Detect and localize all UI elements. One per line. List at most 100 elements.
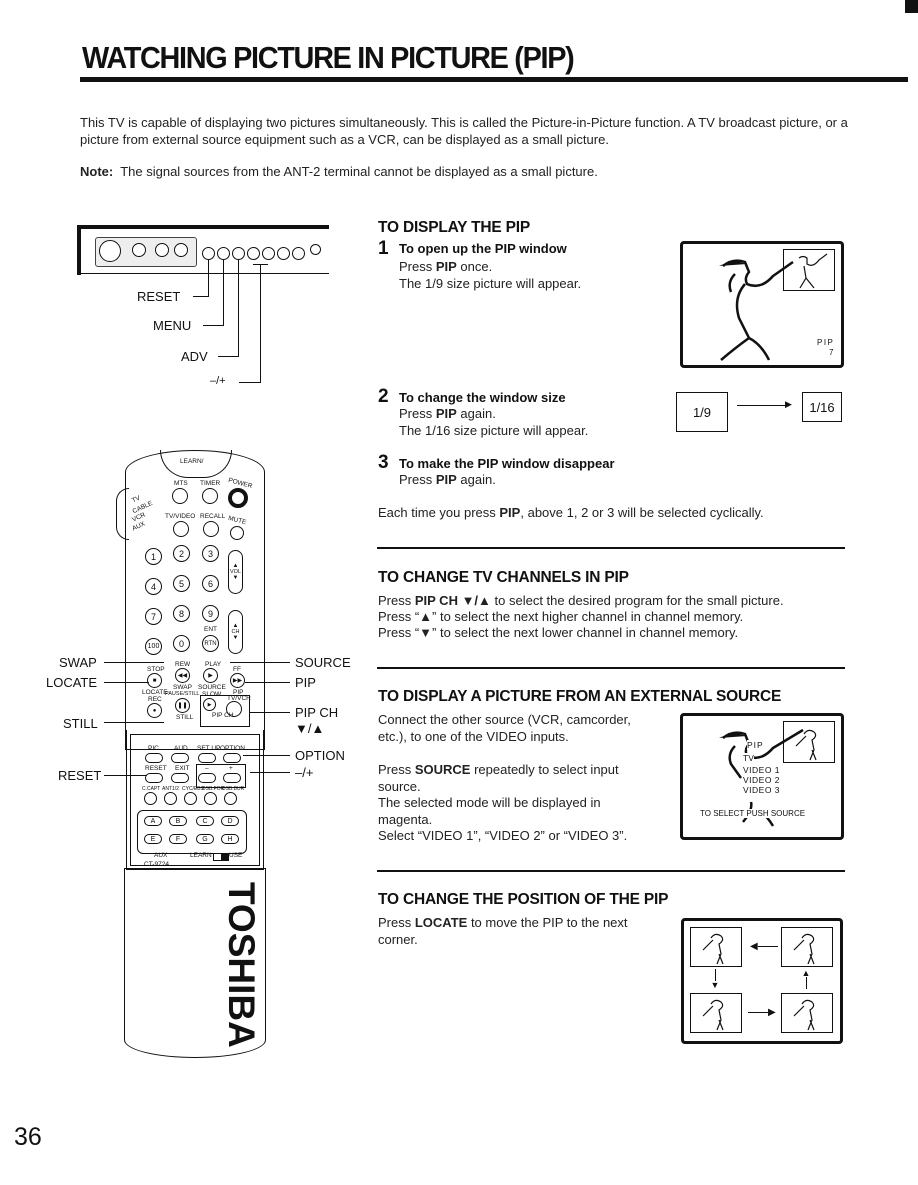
external-p1: Connect the other source (VCR, camcorder… <box>378 712 631 744</box>
rec-button[interactable]: ● <box>147 703 162 718</box>
panel-button-menu[interactable] <box>217 247 230 260</box>
ff-pip-button[interactable]: ▶▶ <box>230 673 245 688</box>
aux-e-button[interactable]: E <box>144 834 162 844</box>
swap-sub-label: SWAP <box>173 684 192 691</box>
c-capt-button[interactable] <box>144 792 157 805</box>
rew-label: REW <box>175 661 191 668</box>
exit-label: EXIT <box>175 765 190 772</box>
mute-button[interactable] <box>230 526 244 540</box>
aud-label: AUD <box>174 745 188 752</box>
callout-source: SOURCE <box>295 655 351 670</box>
dsb-for-button[interactable] <box>204 792 217 805</box>
pip-osd-channel: 7 <box>829 348 834 357</box>
aux-c-button[interactable]: C <box>196 816 214 826</box>
external-p4: Select “VIDEO 1”, “VIDEO 2” or “VIDEO 3”… <box>378 828 628 843</box>
plus-label: + <box>229 765 233 772</box>
arrow-left-icon: ◀ <box>750 941 778 952</box>
power-button[interactable] <box>228 488 248 508</box>
digit-5-button[interactable]: 5 <box>173 575 190 592</box>
aux-f-button[interactable]: F <box>169 834 187 844</box>
pic-button[interactable] <box>145 753 163 763</box>
learn-use-switch[interactable] <box>213 853 229 861</box>
section-divider <box>377 667 845 669</box>
digit-2-button[interactable]: 2 <box>173 545 190 562</box>
tv-video-button[interactable] <box>173 521 189 537</box>
panel-label-adv: ADV <box>181 349 208 364</box>
digit-9-button[interactable]: 9 <box>202 605 219 622</box>
minus-label: – <box>205 765 209 772</box>
digit-7-button[interactable]: 7 <box>145 608 162 625</box>
play-source-button[interactable]: ▶ <box>203 668 218 683</box>
aux-h-button[interactable]: H <box>221 834 239 844</box>
digit-3-button[interactable]: 3 <box>202 545 219 562</box>
rew-swap-button[interactable]: ◀◀ <box>175 668 190 683</box>
panel-button-ch-down[interactable] <box>277 247 290 260</box>
plus-button[interactable] <box>223 773 241 783</box>
stop-locate-button[interactable]: ■ <box>147 673 162 688</box>
digit-1-button[interactable]: 1 <box>145 548 162 565</box>
tv-illustration-locate: ◀ ▼ ▶ ▲ <box>681 918 843 1044</box>
setup-button[interactable] <box>198 753 216 763</box>
aux-a-button[interactable]: A <box>144 816 162 826</box>
digit-4-button[interactable]: 4 <box>145 578 162 595</box>
panel-button-reset[interactable] <box>202 247 215 260</box>
digit-0-button[interactable]: 0 <box>173 635 190 652</box>
cyc-ebs-button[interactable] <box>184 792 197 805</box>
tv-illustration-source: PIP TV VIDEO 1 VIDEO 2 VIDEO 3 TO SELECT… <box>680 713 844 840</box>
arrow-right-icon: ▶ <box>785 399 792 409</box>
page-title: WATCHING PICTURE IN PICTURE (PIP) <box>82 40 575 75</box>
aux-label: AUX <box>154 852 168 859</box>
aud-button[interactable] <box>171 753 189 763</box>
ant-button[interactable] <box>164 792 177 805</box>
panel-power-button[interactable] <box>310 244 321 255</box>
aux-b-button[interactable]: B <box>169 816 187 826</box>
panel-button-ch-up[interactable] <box>292 247 305 260</box>
size-box-1-16: 1/16 <box>802 392 842 422</box>
digit-6-button[interactable]: 6 <box>202 575 219 592</box>
panel-button-adv[interactable] <box>232 247 245 260</box>
mode-switch[interactable] <box>116 488 129 540</box>
panel-button-plus[interactable] <box>262 247 275 260</box>
channel-rocker[interactable]: ▲ CH ▼ <box>228 610 243 654</box>
option-label: OPTION <box>220 745 245 752</box>
heading-external-source: TO DISPLAY A PICTURE FROM AN EXTERNAL SO… <box>378 688 782 705</box>
learn-label: LEARN/ <box>180 458 204 465</box>
ch-down-icon: ▼ <box>232 635 239 641</box>
exit-button[interactable] <box>171 773 189 783</box>
stop-label: STOP <box>147 666 165 673</box>
osd-video-2: VIDEO 2 <box>743 775 781 785</box>
recall-button[interactable] <box>203 521 219 537</box>
pip-osd-label: PIP <box>817 338 835 347</box>
panel-button-minus[interactable] <box>247 247 260 260</box>
heading-change-channels: TO CHANGE TV CHANNELS IN PIP <box>378 569 629 586</box>
cyc-ebs-label: CYC/EBS <box>182 786 204 792</box>
channels-line-1: Press PIP CH ▼/▲ to select the desired p… <box>378 593 784 608</box>
aux-d-button[interactable]: D <box>221 816 239 826</box>
digit-100-button[interactable]: 100 <box>145 638 162 655</box>
timer-button[interactable] <box>202 488 218 504</box>
option-button[interactable] <box>223 753 241 763</box>
channels-line-3: Press “▼” to select the next lower chann… <box>378 625 739 640</box>
rtn-button[interactable]: RTN <box>202 635 219 652</box>
video-jack <box>132 243 146 257</box>
step-number: 2 <box>378 386 389 407</box>
volume-rocker[interactable]: ▲ VOL ▼ <box>228 550 243 594</box>
dsb-bur-button[interactable] <box>224 792 237 805</box>
pip-window <box>783 249 835 291</box>
dsb-bur-label: DSB.BUR <box>222 786 245 792</box>
size-arrow-line <box>737 405 787 406</box>
ent-label: ENT <box>204 626 217 633</box>
rewind-icon: ◀◀ <box>177 673 188 679</box>
digit-8-button[interactable]: 8 <box>173 605 190 622</box>
step-title: To change the window size <box>399 390 566 405</box>
osd-instruction: TO SELECT PUSH SOURCE <box>700 809 806 818</box>
minus-button[interactable] <box>198 773 216 783</box>
golfer-thumbnail <box>702 999 724 1031</box>
slow-pip-ch-down-button[interactable]: ▶ <box>203 698 216 711</box>
aux-g-button[interactable]: G <box>196 834 214 844</box>
pause-still-button[interactable]: ❚❚ <box>175 698 190 713</box>
mts-button[interactable] <box>172 488 188 504</box>
slow-icon: ▶ <box>207 701 212 708</box>
dsb-for-label: DSB.FOR <box>202 786 225 792</box>
reset-button[interactable] <box>145 773 163 783</box>
